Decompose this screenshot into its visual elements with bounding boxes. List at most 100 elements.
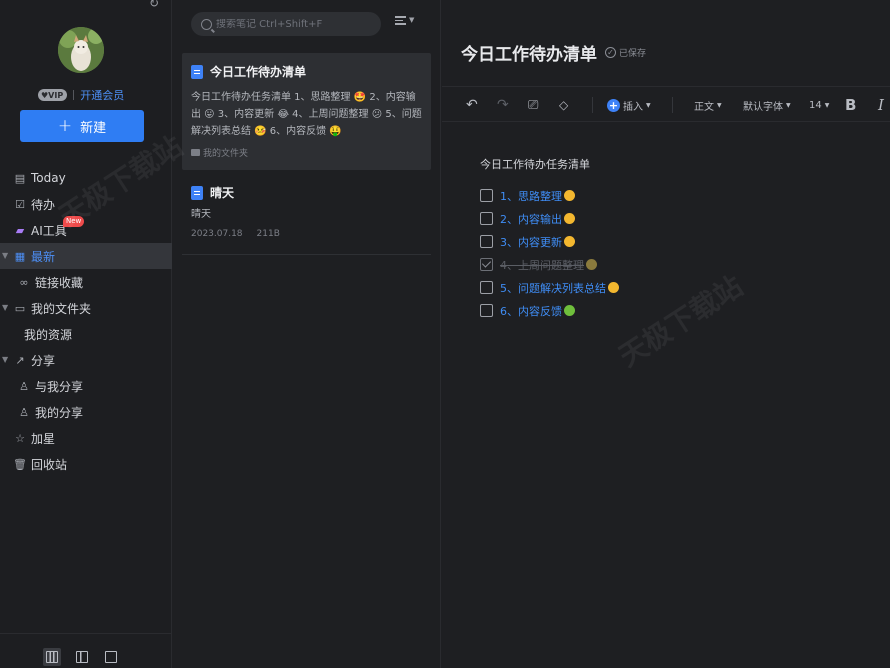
- toolbar-divider: [592, 97, 593, 113]
- task-checkbox[interactable]: [480, 304, 493, 317]
- font-size-select[interactable]: 14 ▼: [809, 96, 829, 114]
- insert-button[interactable]: + 插入 ▼: [607, 96, 651, 114]
- sort-button[interactable]: ▼: [395, 16, 414, 25]
- italic-button[interactable]: I: [878, 96, 884, 114]
- sidebar-item-today[interactable]: ▤ Today: [0, 165, 172, 191]
- plus-icon: +: [57, 115, 73, 136]
- sidebar-item-link-collection[interactable]: ∞ 链接收藏: [0, 269, 172, 295]
- saved-status: ✓ 已保存: [605, 46, 646, 59]
- caret-down-icon[interactable]: ▼: [2, 355, 8, 364]
- task-text: 4、上周问题整理: [500, 257, 597, 273]
- sidebar-item-starred[interactable]: ☆ 加星: [0, 425, 172, 451]
- check-circle-icon: ✓: [605, 47, 616, 58]
- note-card[interactable]: 今日工作待办清单 今日工作待办任务清单 1、思路整理 🤩 2、内容输出 😛 3、…: [182, 53, 431, 170]
- paragraph-style-select[interactable]: 正文 ▼: [694, 96, 722, 114]
- tongue-emoji-icon: [564, 212, 575, 224]
- folder-icon: ▭: [14, 301, 26, 315]
- sidebar-item-label: 与我分享: [35, 379, 84, 394]
- task-item[interactable]: 6、内容反馈: [480, 299, 619, 322]
- redo-icon: ↷: [497, 97, 509, 113]
- task-checkbox[interactable]: [480, 235, 493, 248]
- task-item[interactable]: 3、内容更新: [480, 230, 619, 253]
- editor-toolbar: ↶ ↷ ⎚ ◇ + 插入 ▼ 正文 ▼ 默认字体 ▼ 14 ▼ B I: [442, 86, 890, 122]
- font-family-select[interactable]: 默认字体 ▼: [743, 96, 791, 114]
- note-folder: 我的文件夹: [191, 146, 422, 159]
- three-column-icon: [46, 651, 58, 663]
- undo-button[interactable]: ↶: [466, 96, 478, 114]
- redo-button[interactable]: ↷: [497, 96, 509, 114]
- paragraph-style-value: 正文: [694, 101, 714, 113]
- sidebar-item-label: AI工具: [31, 223, 67, 238]
- caret-down-icon[interactable]: ▼: [2, 303, 8, 312]
- open-vip-link[interactable]: 开通会员: [80, 87, 124, 103]
- task-item[interactable]: 2、内容输出: [480, 207, 619, 230]
- confused-emoji-icon: [586, 258, 597, 270]
- search-icon: [201, 18, 212, 30]
- sidebar-item-trash[interactable]: 🗑 回收站: [0, 451, 172, 477]
- format-painter-button[interactable]: ⎚: [528, 96, 538, 114]
- search-input[interactable]: [216, 18, 376, 30]
- sidebar-item-label: 回收站: [31, 457, 68, 472]
- document-title[interactable]: 今日工作待办清单: [461, 40, 597, 65]
- content-heading[interactable]: 今日工作待办任务清单: [480, 156, 619, 172]
- note-list-panel: ▼ 今日工作待办清单 今日工作待办任务清单 1、思路整理 🤩 2、内容输出 😛 …: [173, 0, 441, 668]
- new-button-label: 新建: [80, 120, 107, 136]
- sidebar-nav: ▤ Today ☑ 待办 ▰ AI工具 New ▼ ▦ 最新 ∞ 链接收藏 ▼ …: [0, 165, 172, 477]
- task-text: 5、问题解决列表总结: [500, 280, 619, 296]
- ai-icon: ▰: [15, 223, 25, 237]
- single-column-view-button[interactable]: [102, 648, 120, 666]
- sidebar-item-recent[interactable]: ▼ ▦ 最新: [0, 243, 172, 269]
- sidebar-item-share[interactable]: ▼ ↗ 分享: [0, 347, 172, 373]
- sidebar-item-my-folder[interactable]: ▼ ▭ 我的文件夹: [0, 295, 172, 321]
- sidebar-item-my-resources[interactable]: 我的资源: [0, 321, 172, 347]
- new-note-button[interactable]: + 新建: [20, 110, 144, 142]
- task-checkbox[interactable]: [480, 212, 493, 225]
- format-painter-icon: ⎚: [528, 97, 539, 113]
- task-checkbox-checked[interactable]: [480, 258, 493, 271]
- sync-icon[interactable]: ↻: [149, 0, 161, 9]
- sidebar-item-label: 加星: [31, 431, 56, 446]
- note-card[interactable]: 晴天 晴天 2023.07.18 211B: [182, 174, 431, 254]
- note-date: 2023.07.18: [191, 229, 243, 239]
- task-checkbox[interactable]: [480, 189, 493, 202]
- sidebar-item-label: 我的分享: [35, 405, 84, 420]
- star-icon: ☆: [15, 431, 25, 445]
- saved-label: 已保存: [619, 49, 647, 59]
- font-size-value: 14: [809, 99, 822, 111]
- sidebar-item-label: 我的文件夹: [31, 301, 92, 316]
- bold-button[interactable]: B: [845, 96, 856, 114]
- note-title: 今日工作待办清单: [210, 65, 307, 79]
- eraser-icon: ◇: [559, 98, 569, 112]
- sidebar-item-label: Today: [31, 171, 66, 185]
- task-item[interactable]: 1、思路整理: [480, 184, 619, 207]
- sidebar-item-todo[interactable]: ☑ 待办: [0, 191, 172, 217]
- task-checkbox[interactable]: [480, 281, 493, 294]
- sidebar-item-ai-tools[interactable]: ▰ AI工具 New: [0, 216, 172, 243]
- calendar-icon: ▤: [14, 171, 26, 185]
- task-item[interactable]: 5、问题解决列表总结: [480, 276, 619, 299]
- laughing-emoji-icon: [564, 235, 575, 247]
- trash-icon: 🗑: [13, 457, 27, 471]
- sidebar-item-my-shares[interactable]: ♙ 我的分享: [0, 399, 172, 425]
- note-snippet: 今日工作待办任务清单 1、思路整理 🤩 2、内容输出 😛 3、内容更新 😂 4、…: [191, 92, 422, 137]
- task-item-completed[interactable]: 4、上周问题整理: [480, 253, 619, 276]
- caret-down-icon: ▼: [824, 101, 830, 109]
- caret-down-icon[interactable]: ▼: [2, 251, 8, 260]
- avatar[interactable]: [58, 27, 104, 73]
- task-text: 6、内容反馈: [500, 303, 575, 319]
- search-box[interactable]: [191, 12, 381, 36]
- caret-down-icon: ▼: [646, 101, 651, 109]
- editor-content[interactable]: 今日工作待办任务清单 1、思路整理 2、内容输出 3、内容更新 4、上周问题整理…: [480, 156, 619, 322]
- note-title: 晴天: [210, 186, 235, 200]
- money-mouth-emoji-icon: [564, 304, 575, 316]
- caret-down-icon: ▼: [717, 101, 722, 109]
- sidebar-item-label: 我的资源: [24, 327, 73, 342]
- sick-emoji-icon: [608, 281, 619, 293]
- caret-down-icon: ▼: [786, 101, 791, 109]
- sidebar-item-shared-with-me[interactable]: ♙ 与我分享: [0, 373, 172, 399]
- two-column-view-button[interactable]: [73, 648, 91, 666]
- three-column-view-button[interactable]: [43, 648, 61, 666]
- folder-icon: [191, 149, 200, 156]
- view-switcher: [0, 633, 172, 668]
- clear-format-button[interactable]: ◇: [559, 96, 568, 114]
